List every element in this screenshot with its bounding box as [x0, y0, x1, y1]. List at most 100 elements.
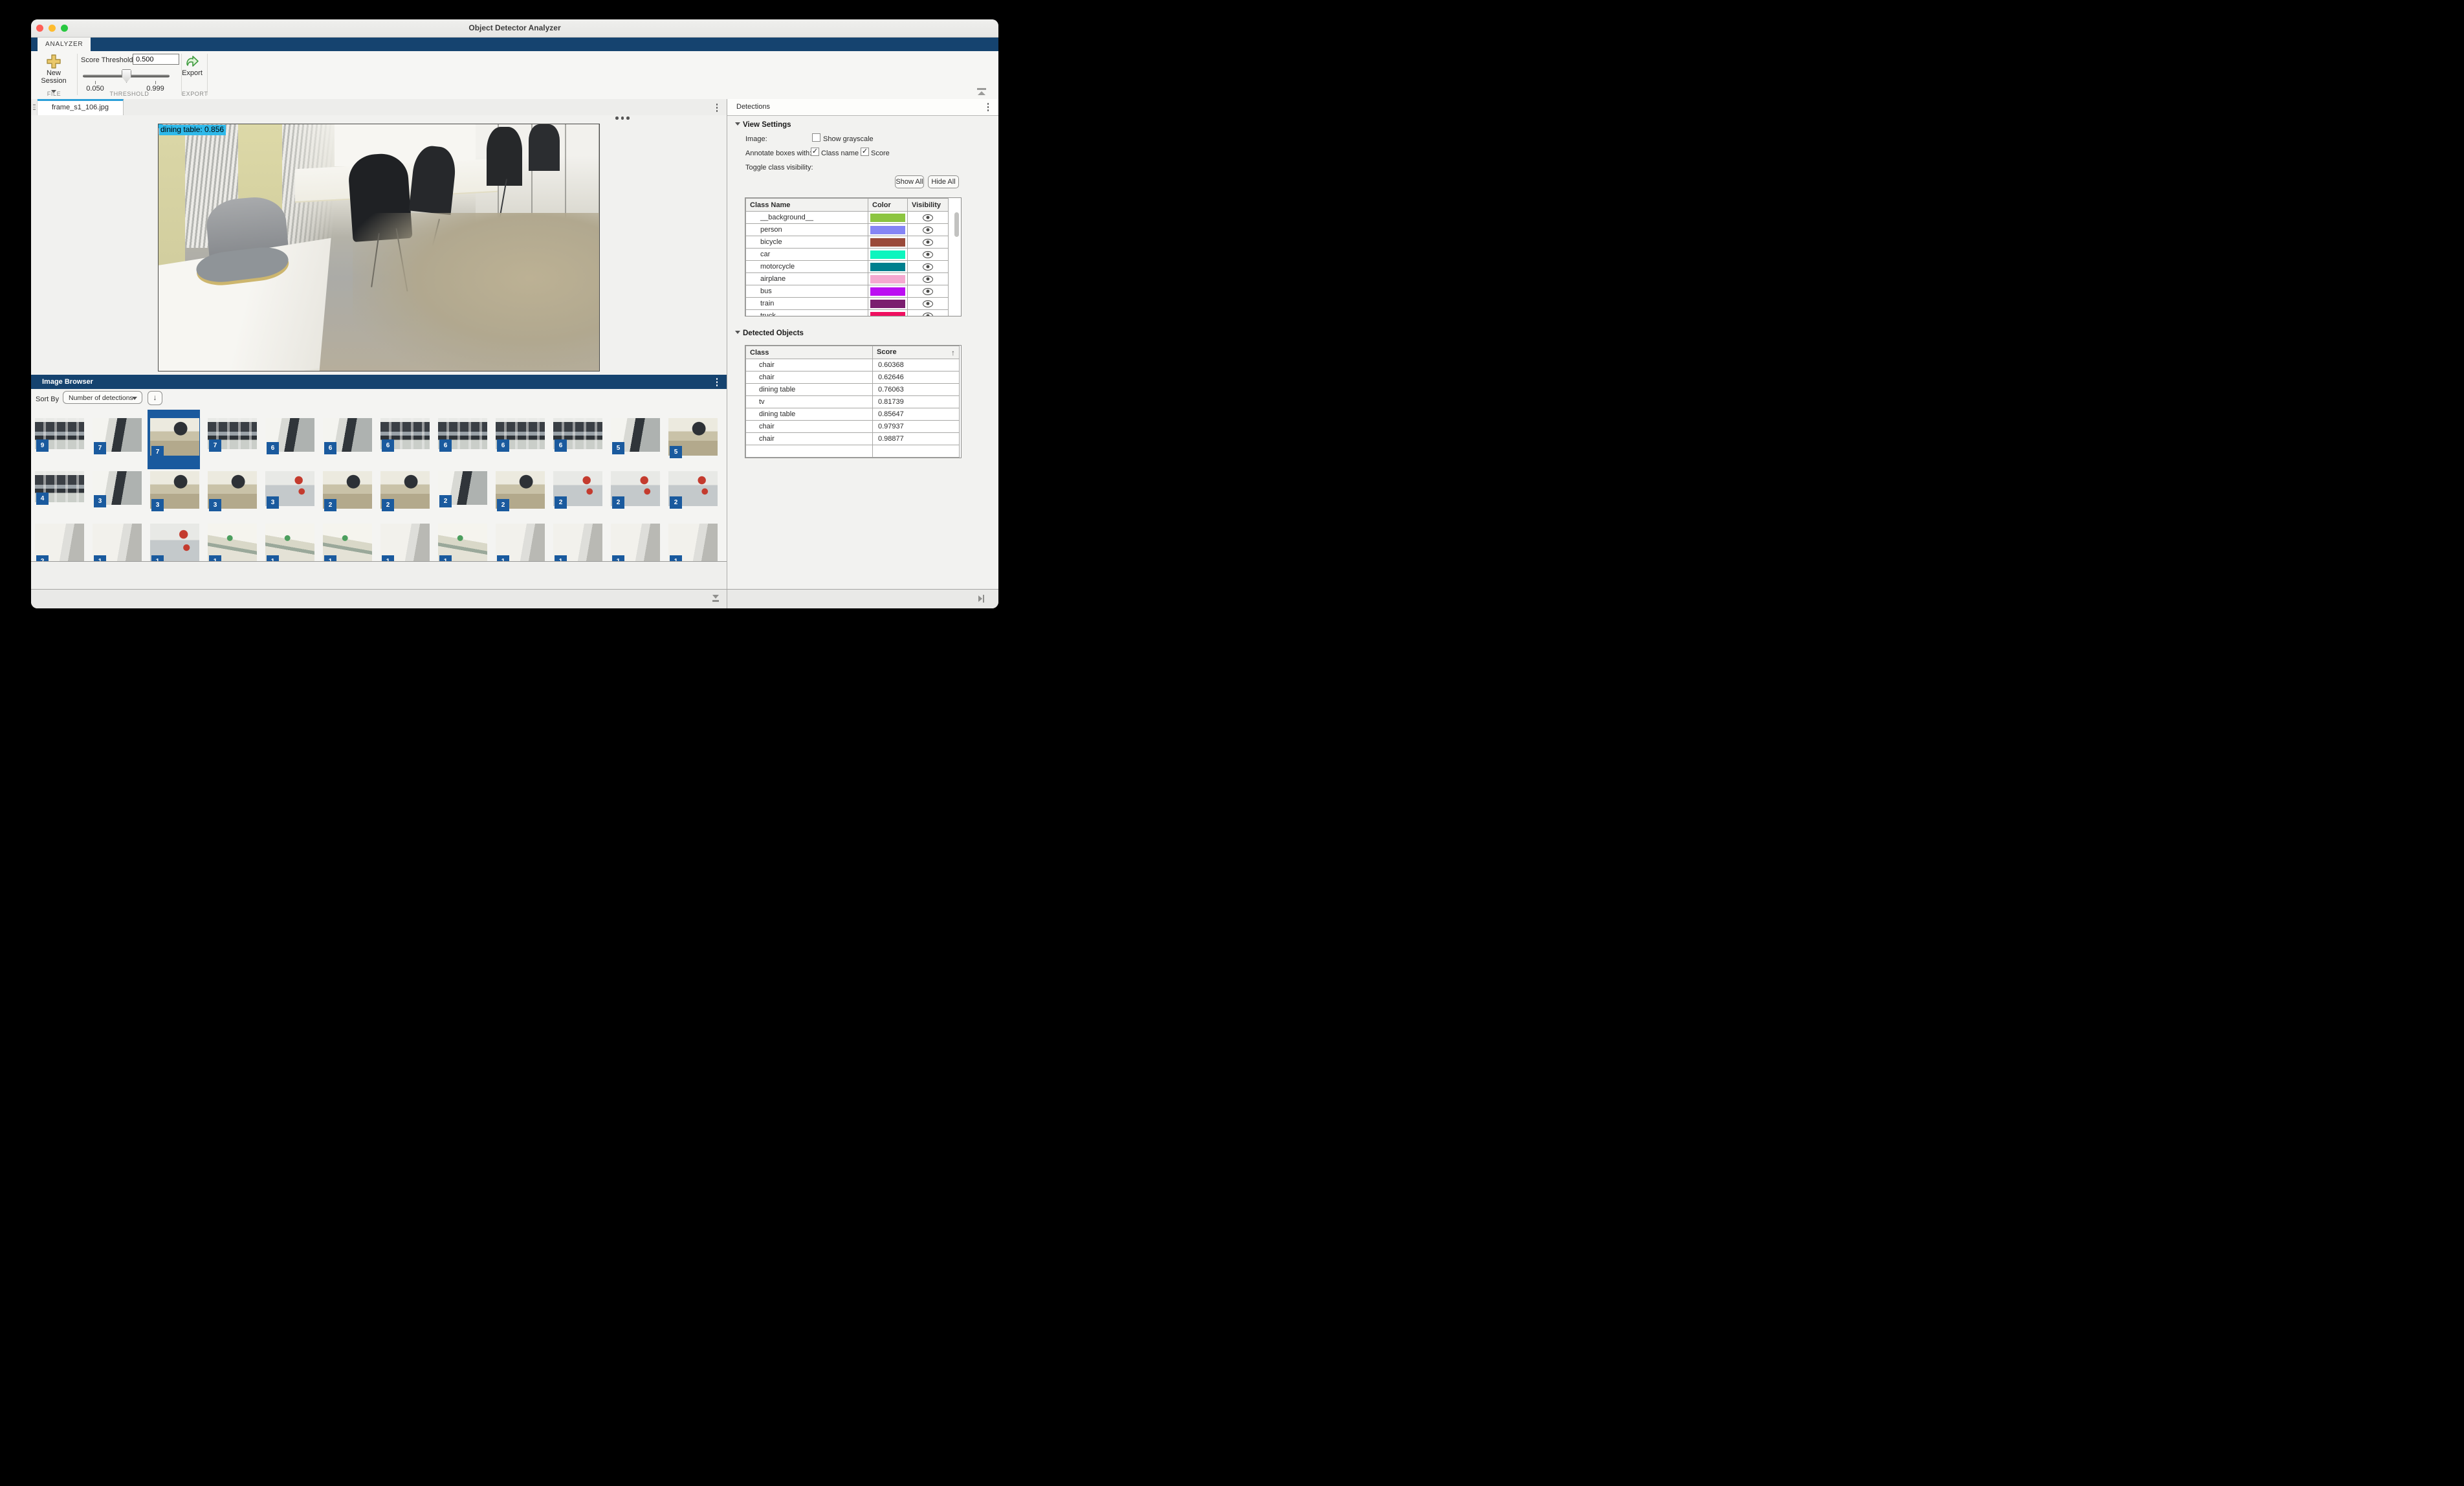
detections-panel-header[interactable]: Detections [727, 99, 998, 116]
thumbnail-image[interactable]: 1 [668, 524, 718, 562]
collapse-browser-icon[interactable] [712, 595, 720, 602]
thumbnail-image[interactable]: 9 [35, 418, 84, 449]
class-color-swatch[interactable] [870, 263, 905, 271]
thumbnail-item[interactable]: 2 [552, 471, 604, 516]
class-row-person[interactable]: person [746, 224, 949, 236]
eye-icon[interactable] [923, 227, 933, 234]
thumbnail-image[interactable]: 1 [438, 524, 487, 562]
thumbnail-item[interactable]: 3 [206, 471, 258, 516]
thumbnail-item[interactable]: 2 [322, 471, 373, 516]
thumbnail-item[interactable]: 1 [206, 524, 258, 562]
class-name-checkbox[interactable]: ✓ [811, 148, 819, 156]
eye-icon[interactable] [923, 276, 933, 283]
thumbnail-item[interactable]: 7 [91, 418, 143, 463]
thumbnail-item[interactable]: 2 [437, 471, 489, 516]
thumbnail-item[interactable]: 6 [322, 418, 373, 463]
thumbnail-image[interactable]: 6 [323, 418, 372, 452]
thumbnail-item[interactable]: 6 [264, 418, 316, 463]
detected-object-row[interactable]: dining table0.76063 [746, 384, 960, 396]
thumbnail-image[interactable]: 1 [611, 524, 660, 562]
detected-object-row[interactable]: chair0.60368 [746, 359, 960, 372]
threshold-slider-thumb[interactable] [122, 69, 131, 83]
thumbnail-image[interactable]: 7 [150, 418, 199, 456]
class-row-bicycle[interactable]: bicycle [746, 236, 949, 249]
class-row-train[interactable]: train [746, 298, 949, 310]
detected-object-row[interactable]: dining table0.85647 [746, 408, 960, 421]
class-row-background[interactable]: __background__ [746, 212, 949, 224]
thumbnail-item[interactable]: 7 [149, 418, 201, 463]
thumbnail-image[interactable]: 2 [438, 471, 487, 505]
thumbnail-item[interactable]: 6 [437, 418, 489, 463]
thumbnail-item[interactable]: 1 [91, 524, 143, 562]
thumbnail-image[interactable]: 7 [208, 418, 257, 449]
thumbnail-image[interactable]: 1 [553, 524, 602, 562]
table-scrollbar[interactable] [954, 212, 959, 237]
view-settings-header[interactable]: View Settings [735, 121, 791, 129]
class-row-motorcycle[interactable]: motorcycle [746, 261, 949, 273]
thumbnail-item[interactable]: 7 [206, 418, 258, 463]
eye-icon[interactable] [923, 251, 933, 258]
thumbnail-item[interactable]: 1 [667, 524, 719, 562]
tab-analyzer[interactable]: ANALYZER [38, 38, 91, 51]
eye-icon[interactable] [923, 263, 933, 271]
thumbnail-image[interactable]: 1 [265, 524, 314, 562]
thumbnail-item[interactable]: 2 [667, 471, 719, 516]
thumbnail-image[interactable]: 4 [35, 471, 84, 502]
class-color-swatch[interactable] [870, 312, 905, 317]
expand-panel-icon[interactable] [978, 595, 985, 603]
class-color-swatch[interactable] [870, 250, 905, 259]
class-table-header[interactable]: Color [868, 199, 908, 212]
class-row-car[interactable]: car [746, 249, 949, 261]
thumbnail-image[interactable]: 5 [668, 418, 718, 456]
sort-direction-button[interactable]: ↓ [148, 391, 162, 405]
detections-menu-icon[interactable] [987, 103, 989, 111]
collapse-ribbon-icon[interactable] [976, 88, 987, 96]
thumbnail-image[interactable]: 2 [323, 471, 372, 509]
thumbnail-item[interactable]: 5 [667, 418, 719, 463]
new-session-button[interactable]: New Session [35, 52, 72, 90]
show-all-button[interactable]: Show All [895, 175, 924, 188]
thumbnail-item[interactable]: 5 [610, 418, 661, 463]
class-color-swatch[interactable] [870, 275, 905, 283]
eye-icon[interactable] [923, 313, 933, 316]
thumbnail-item[interactable]: 1 [149, 524, 201, 562]
detection-box-dining-table[interactable]: dining table: 0.856 [159, 124, 162, 128]
class-row-truck[interactable]: truck [746, 310, 949, 317]
thumbnail-item[interactable]: 1 [379, 524, 431, 562]
eye-icon[interactable] [923, 300, 933, 307]
thumbnail-image[interactable]: 3 [150, 471, 199, 509]
thumbnail-image[interactable]: 1 [496, 524, 545, 562]
class-row-airplane[interactable]: airplane [746, 273, 949, 285]
thumbnail-item[interactable]: 2 [379, 471, 431, 516]
thumbnail-image[interactable]: 3 [208, 471, 257, 509]
thumbnail-item[interactable]: 3 [91, 471, 143, 516]
score-checkbox[interactable]: ✓ [861, 148, 869, 156]
thumbnail-item[interactable]: 9 [34, 418, 85, 463]
do-header-score[interactable]: ↑Score [873, 346, 960, 359]
thumbnail-item[interactable]: 1 [437, 524, 489, 562]
detected-object-row[interactable]: chair0.97937 [746, 421, 960, 433]
thumbnail-image[interactable]: 2 [553, 471, 602, 506]
tab-frame-image[interactable]: frame_s1_106.jpg [38, 99, 124, 115]
thumbnail-image[interactable]: 1 [323, 524, 372, 562]
thumbnail-image[interactable]: 3 [93, 471, 142, 505]
class-table-header[interactable]: Visibility [907, 199, 948, 212]
hide-all-button[interactable]: Hide All [928, 175, 959, 188]
drag-grip-icon[interactable] [31, 99, 38, 115]
thumbnail-image[interactable]: 6 [553, 418, 602, 449]
class-row-bus[interactable]: bus [746, 285, 949, 298]
thumbnail-item[interactable]: 6 [379, 418, 431, 463]
thumbnail-image[interactable]: 1 [380, 524, 430, 562]
browser-menu-icon[interactable] [716, 378, 718, 386]
thumbnail-image[interactable]: 6 [496, 418, 545, 449]
thumbnail-item[interactable]: 4 [34, 471, 85, 516]
thumbnail-item[interactable]: 1 [264, 524, 316, 562]
thumbnail-image[interactable]: 1 [150, 524, 199, 562]
thumbnail-item[interactable]: 6 [552, 418, 604, 463]
axes-toolbar-dots-icon[interactable] [615, 116, 630, 120]
thumbnail-image[interactable]: 2 [380, 471, 430, 509]
tabbar-menu-icon[interactable] [716, 104, 718, 112]
show-grayscale-checkbox[interactable] [812, 133, 820, 142]
thumbnail-image[interactable]: 1 [208, 524, 257, 562]
thumbnail-item[interactable]: 1 [552, 524, 604, 562]
